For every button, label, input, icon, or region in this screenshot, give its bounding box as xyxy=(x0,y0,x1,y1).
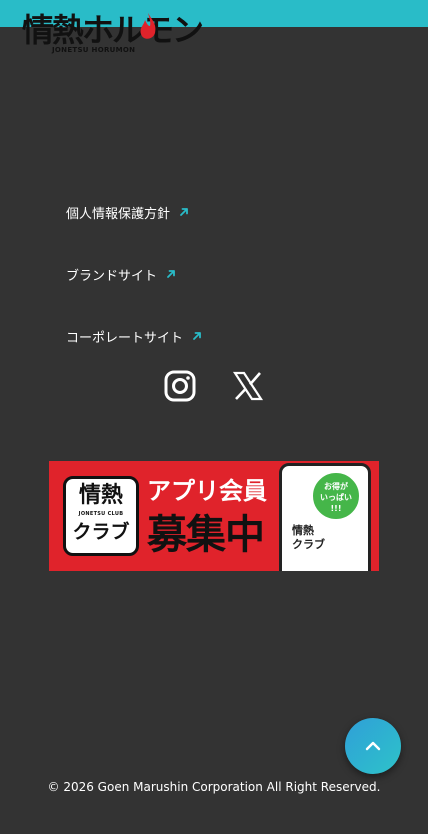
logo-subtext: JONETSU HORUMON xyxy=(52,46,136,54)
banner-badge: お得が いっぱい !!! xyxy=(311,471,361,521)
chevron-up-icon xyxy=(365,741,381,751)
club-logo: 情熱 JONETSU CLUB クラブ xyxy=(63,476,139,556)
link-privacy-policy[interactable]: 個人情報保護方針 xyxy=(66,202,203,222)
x-icon[interactable] xyxy=(231,369,265,403)
link-brand-site[interactable]: ブランドサイト xyxy=(66,264,203,284)
club-logo-name: クラブ xyxy=(72,521,130,543)
club-logo-main: 情熱 xyxy=(78,482,123,508)
external-arrow-icon xyxy=(180,208,188,216)
banner-headline-recruiting: 募集中 xyxy=(147,511,265,558)
scroll-to-top-button[interactable] xyxy=(345,718,401,774)
phone-screen-text: 情熱 クラブ xyxy=(292,524,325,551)
external-arrow-icon xyxy=(193,332,201,340)
club-logo-english: JONETSU CLUB xyxy=(78,511,124,517)
brand-logo[interactable]: 情熱ホルモン JONETSU HORUMON xyxy=(22,10,204,58)
app-member-banner[interactable]: 情熱 JONETSU CLUB クラブ アプリ会員 募集中 情熱 クラブ お得が… xyxy=(49,461,379,571)
social-links xyxy=(163,369,265,403)
instagram-icon[interactable] xyxy=(163,369,197,403)
flame-icon xyxy=(140,13,156,39)
external-arrow-icon xyxy=(167,270,175,278)
copyright-text: © 2026 Goen Marushin Corporation All Rig… xyxy=(47,780,381,794)
footer-links: 個人情報保護方針 ブランドサイト コーポレートサイト xyxy=(66,202,203,388)
link-label: ブランドサイト xyxy=(66,268,158,284)
link-corporate-site[interactable]: コーポレートサイト xyxy=(66,326,203,346)
link-label: 個人情報保護方針 xyxy=(66,206,171,222)
logo-wordmark: 情熱ホルモン xyxy=(22,11,204,49)
link-label: コーポレートサイト xyxy=(66,330,184,346)
